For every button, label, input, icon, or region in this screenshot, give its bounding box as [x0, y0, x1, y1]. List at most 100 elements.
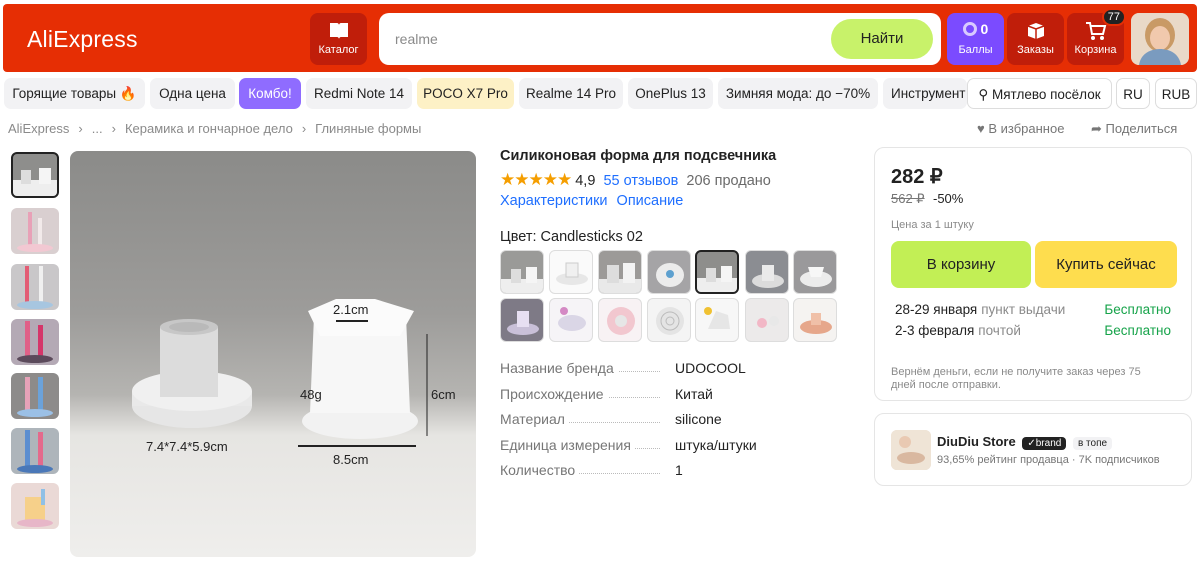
catalog-button[interactable]: Каталог	[310, 13, 367, 65]
search-box[interactable]: realme Найти	[379, 13, 941, 65]
catalog-label: Каталог	[318, 44, 359, 56]
spec-value: штука/штуки	[675, 436, 757, 453]
color-swatch[interactable]	[793, 250, 837, 294]
spec-key: Происхождение	[500, 385, 608, 402]
color-swatch[interactable]	[695, 298, 739, 342]
thumbnail[interactable]	[11, 264, 59, 310]
chevron-right-icon: ›	[111, 121, 116, 136]
color-swatch-selected[interactable]	[695, 250, 739, 294]
favorite-button[interactable]: ♥ В избранное	[977, 121, 1064, 136]
spec-row: Материал silicone	[500, 411, 760, 437]
location-pin-icon: ⚲	[978, 87, 989, 102]
store-card[interactable]: DiuDiu Store ✓brand в топе 93,65% рейтин…	[874, 413, 1192, 486]
color-swatch[interactable]	[500, 298, 544, 342]
color-swatch[interactable]	[647, 250, 691, 294]
color-swatch[interactable]	[598, 298, 642, 342]
spec-row: Количество 1	[500, 462, 760, 488]
breadcrumb: AliExpress ›... › Керамика и гончарное дело…	[8, 121, 421, 136]
delivery-option[interactable]: 28-29 января пункт выдачи Бесплатно	[895, 302, 1175, 317]
thumbnail[interactable]	[11, 373, 59, 419]
color-swatch[interactable]	[549, 298, 593, 342]
category-chip[interactable]: Redmi Note 14	[306, 78, 412, 109]
color-swatch[interactable]	[647, 298, 691, 342]
price-per-unit: Цена за 1 штуку	[891, 219, 974, 231]
thumbnail[interactable]	[11, 208, 59, 254]
category-chip[interactable]: Инструмент	[883, 78, 967, 109]
cart-icon	[1085, 22, 1106, 40]
breadcrumb-item[interactable]: ...	[92, 121, 103, 136]
thumbnail[interactable]	[11, 428, 59, 474]
color-swatch[interactable]	[500, 250, 544, 294]
reviews-link[interactable]: 55 отзывов	[603, 173, 678, 189]
add-to-cart-button[interactable]: В корзину	[891, 241, 1031, 288]
rating-row: ★★★★★ 4,9 55 отзывов 206 продано	[500, 170, 771, 190]
store-meta: 93,65% рейтинг продавца · 7K подписчиков	[937, 454, 1160, 466]
breadcrumb-item[interactable]: AliExpress	[8, 121, 69, 136]
description-link[interactable]: Описание	[617, 193, 684, 209]
top-badge: в топе	[1072, 437, 1113, 450]
orders-label: Заказы	[1017, 44, 1054, 56]
color-swatch[interactable]	[745, 298, 789, 342]
cart-count-badge: 77	[1101, 8, 1126, 26]
color-swatch[interactable]	[598, 250, 642, 294]
delivery-option[interactable]: 2-3 февраля почтой Бесплатно	[895, 323, 1175, 338]
color-label: Цвет: Candlesticks 02	[500, 229, 643, 245]
share-button[interactable]: ➦ Поделиться	[1091, 121, 1177, 137]
points-label: Баллы	[958, 44, 993, 56]
category-chip[interactable]: Зимняя мода: до −70%	[718, 78, 878, 109]
buy-now-button[interactable]: Купить сейчас	[1035, 241, 1177, 288]
old-price: 562 ₽	[891, 191, 925, 206]
color-swatch[interactable]	[549, 250, 593, 294]
favorite-label: В избранное	[988, 121, 1065, 136]
spec-key: Название бренда	[500, 360, 618, 376]
category-chip[interactable]: Горящие товары 🔥	[4, 78, 145, 109]
points-button[interactable]: 0 Баллы	[947, 13, 1004, 65]
thumbnail[interactable]	[11, 319, 59, 365]
specs-link[interactable]: Характеристики	[500, 193, 608, 209]
share-icon: ➦	[1091, 121, 1102, 136]
breadcrumb-item[interactable]: Керамика и гончарное дело	[125, 121, 293, 136]
brand-badge-label: brand	[1035, 438, 1062, 449]
specs-table: Название бренда UDOCOOL Происхождение Кита…	[500, 360, 760, 488]
search-input[interactable]: realme	[395, 31, 438, 47]
category-bar: Горящие товары 🔥 Одна цена Комбо! Redmi …	[0, 76, 1200, 110]
check-icon: ✓	[1027, 438, 1036, 449]
product-title: Силиконовая форма для подсвечника	[500, 148, 777, 164]
image-label-size: 7.4*7.4*5.9cm	[146, 439, 228, 454]
chevron-right-icon: ›	[78, 121, 83, 136]
orders-button[interactable]: Заказы	[1007, 13, 1064, 65]
color-swatch[interactable]	[793, 298, 837, 342]
thumbnail[interactable]	[11, 483, 59, 529]
main-product-image[interactable]: 2.1cm 48g 6cm 7.4*7.4*5.9cm 8.5cm	[70, 151, 476, 557]
aliexpress-logo[interactable]: AliExpress	[27, 26, 138, 53]
heart-icon: ♥	[977, 121, 985, 136]
image-label-height: 6cm	[431, 387, 456, 402]
brand-badge: ✓brand	[1022, 437, 1067, 450]
category-chip[interactable]: Одна цена	[150, 78, 235, 109]
image-label-top: 2.1cm	[333, 302, 368, 317]
current-price: 282 ₽	[891, 166, 943, 188]
delivery-date: 2-3 февраля	[895, 323, 975, 338]
language-selector[interactable]: RU	[1116, 78, 1150, 109]
location-selector[interactable]: ⚲ Мятлево посёлок	[967, 78, 1112, 109]
category-chip[interactable]: Комбо!	[239, 78, 301, 109]
book-icon	[329, 23, 348, 39]
category-chip[interactable]: POCO X7 Pro	[417, 78, 514, 109]
cart-label: Корзина	[1074, 44, 1117, 56]
search-button[interactable]: Найти	[831, 19, 933, 59]
spec-key: Количество	[500, 462, 580, 478]
top-header: AliExpress Каталог realme Найти 0 Баллы …	[3, 4, 1197, 72]
store-logo[interactable]	[891, 430, 931, 470]
currency-selector[interactable]: RUB	[1155, 78, 1197, 109]
breadcrumb-item[interactable]: Глиняные формы	[315, 121, 421, 136]
delivery-date: 28-29 января	[895, 302, 978, 317]
user-avatar[interactable]	[1131, 13, 1189, 65]
store-name[interactable]: DiuDiu Store	[937, 434, 1016, 449]
category-chip[interactable]: OnePlus 13	[628, 78, 713, 109]
thumbnail[interactable]	[11, 152, 59, 198]
delivery-method: пункт выдачи	[981, 302, 1066, 317]
category-chip[interactable]: Realme 14 Pro	[519, 78, 623, 109]
color-swatch[interactable]	[745, 250, 789, 294]
coin-icon	[962, 22, 977, 36]
cart-button[interactable]: Корзина 77	[1067, 8, 1126, 65]
